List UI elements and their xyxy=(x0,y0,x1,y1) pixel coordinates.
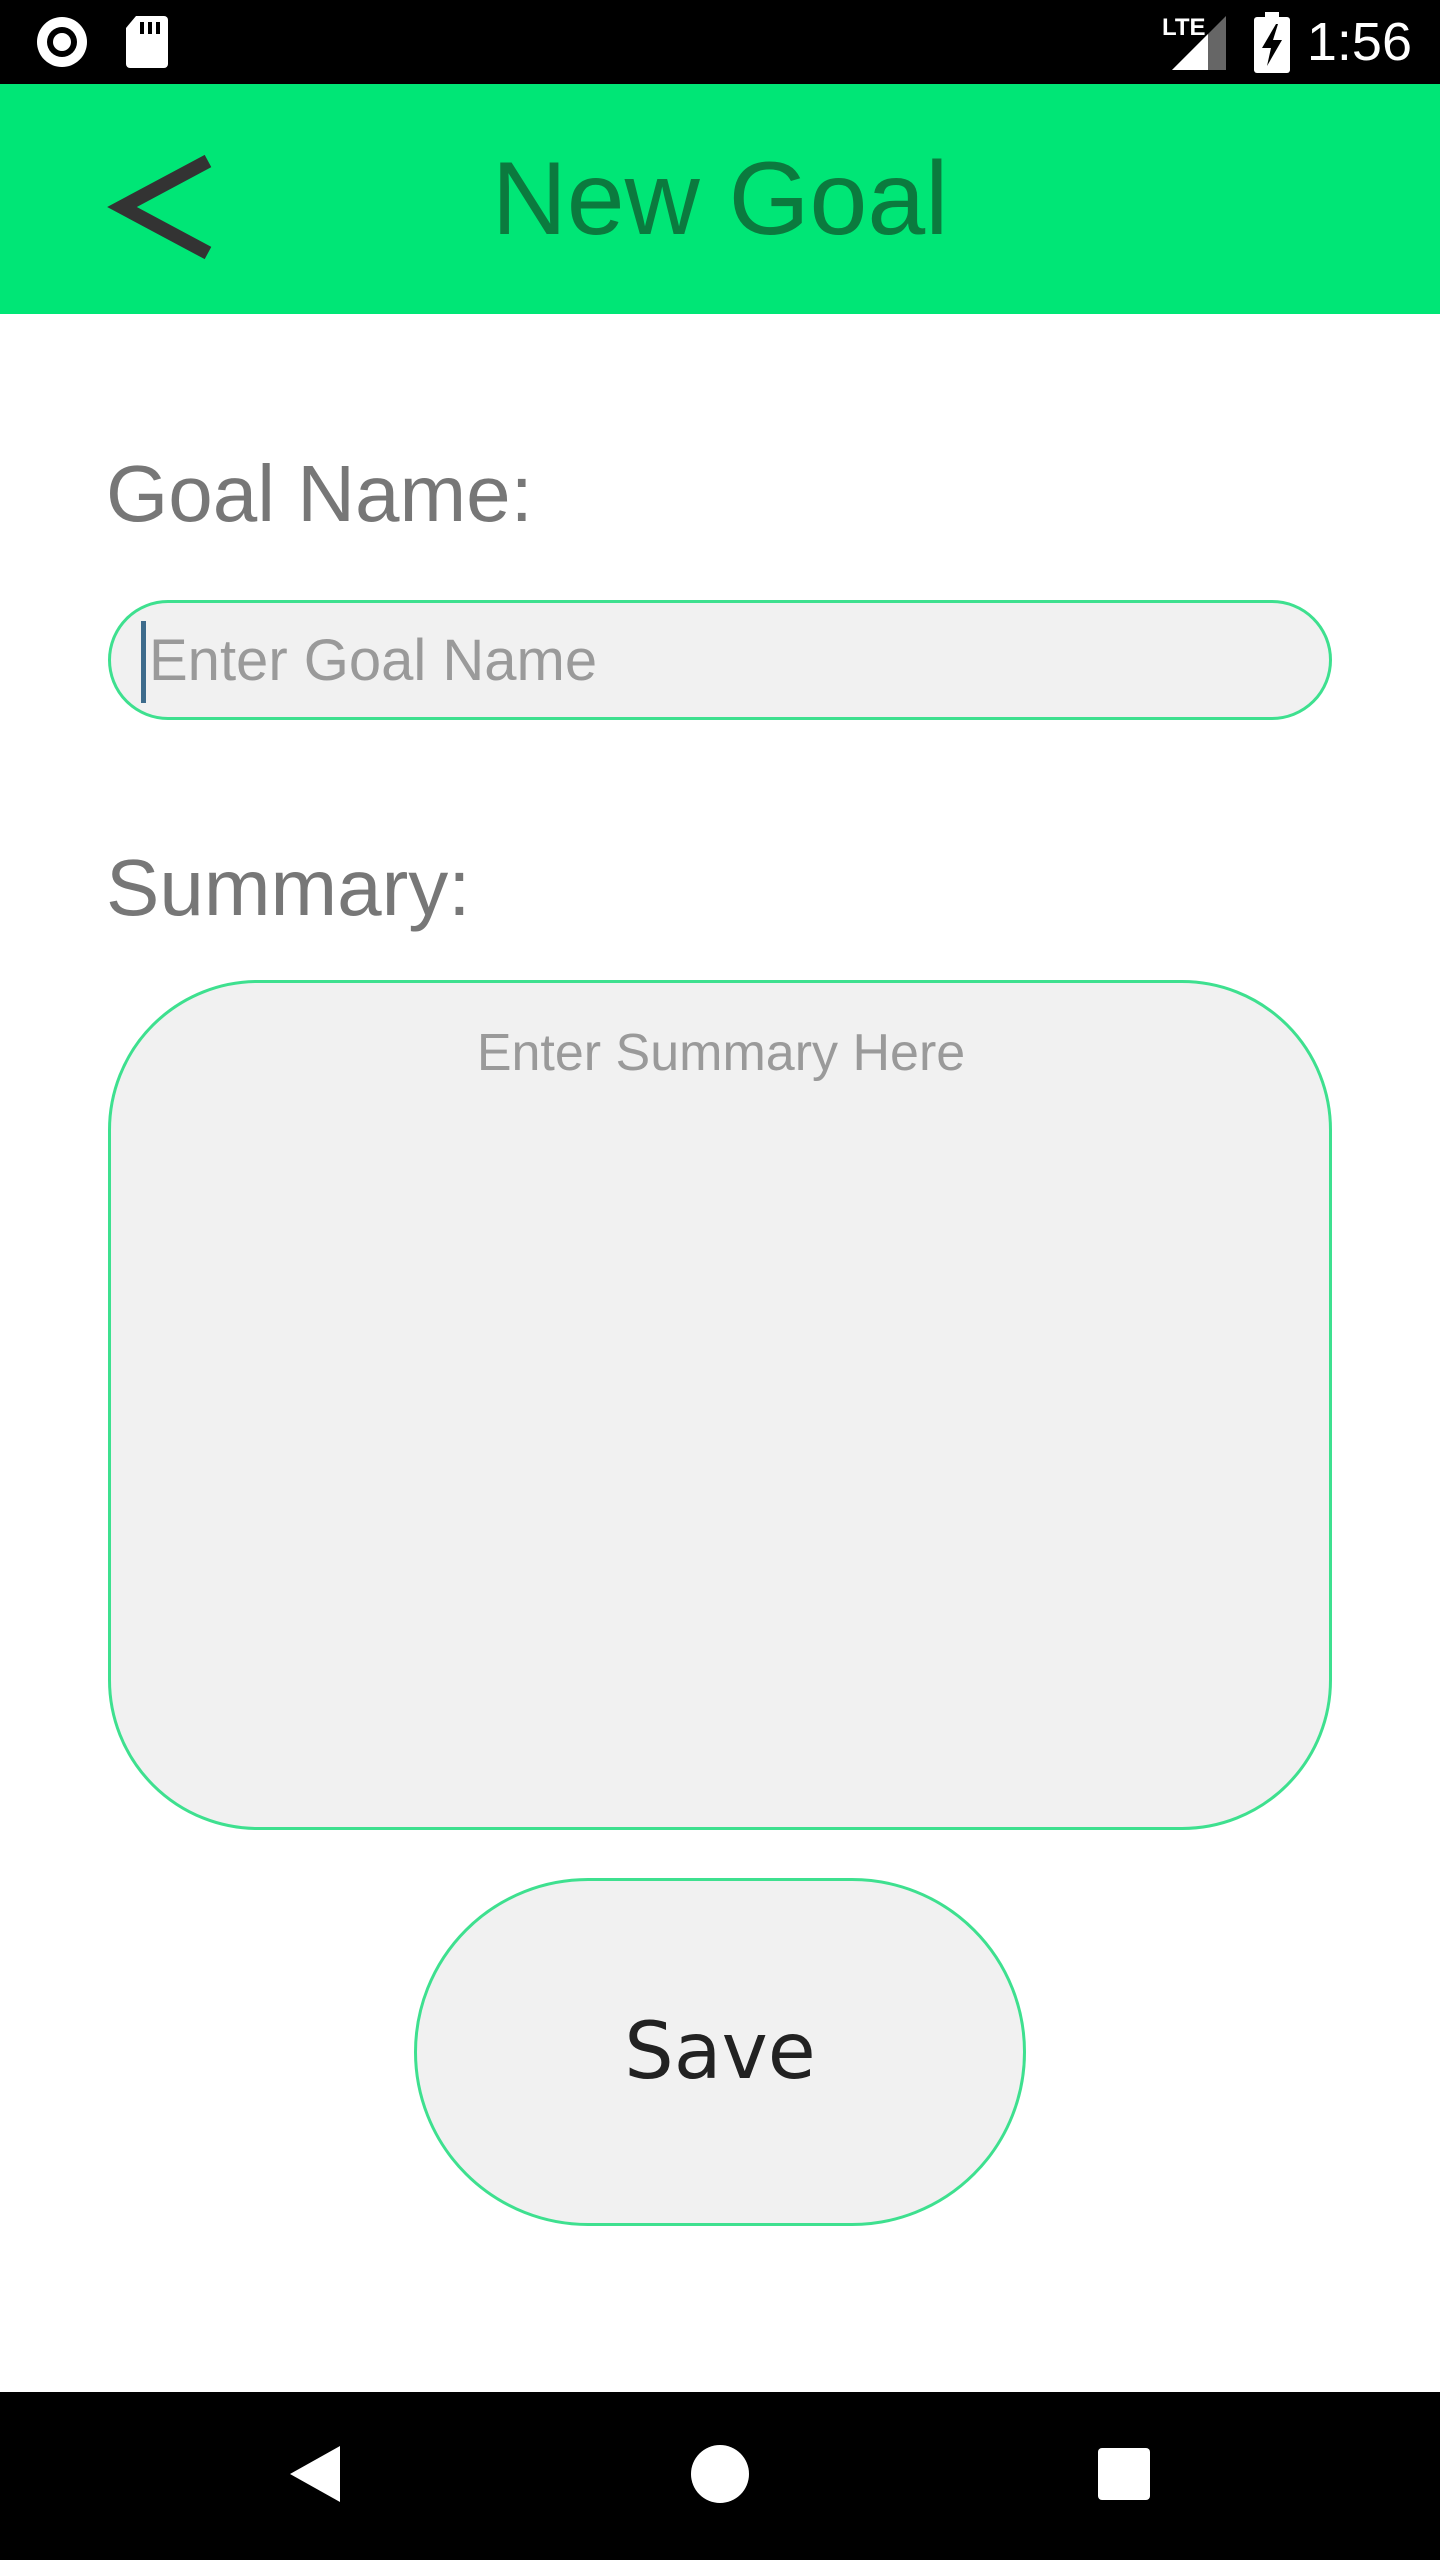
nav-back-button[interactable] xyxy=(266,2426,366,2526)
nav-recents-button[interactable] xyxy=(1074,2426,1174,2526)
network-label: LTE xyxy=(1162,14,1206,41)
goal-name-label: Goal Name: xyxy=(106,449,533,538)
record-icon xyxy=(34,14,90,75)
text-cursor xyxy=(141,621,146,703)
status-bar: LTE 1:56 xyxy=(0,0,1440,84)
back-triangle-icon xyxy=(284,2442,348,2511)
summary-input[interactable] xyxy=(171,1023,1271,1783)
summary-label: Summary: xyxy=(106,843,471,932)
recents-square-icon xyxy=(1094,2444,1154,2509)
back-button[interactable] xyxy=(90,144,230,274)
sd-card-icon xyxy=(124,14,170,75)
save-button[interactable]: Save xyxy=(414,1878,1026,2226)
navigation-bar xyxy=(0,2392,1440,2560)
home-circle-icon xyxy=(688,2442,752,2511)
screen: LTE 1:56 New Goal Goal Name: Summary: xyxy=(0,0,1440,2560)
nav-home-button[interactable] xyxy=(670,2426,770,2526)
chevron-left-icon xyxy=(100,147,220,272)
battery-charging-icon xyxy=(1252,12,1292,79)
summary-field[interactable] xyxy=(108,980,1332,1830)
app-bar: New Goal xyxy=(0,84,1440,314)
goal-name-field[interactable] xyxy=(108,600,1332,720)
status-time: 1:56 xyxy=(1306,12,1412,72)
goal-name-input[interactable] xyxy=(141,603,1291,717)
